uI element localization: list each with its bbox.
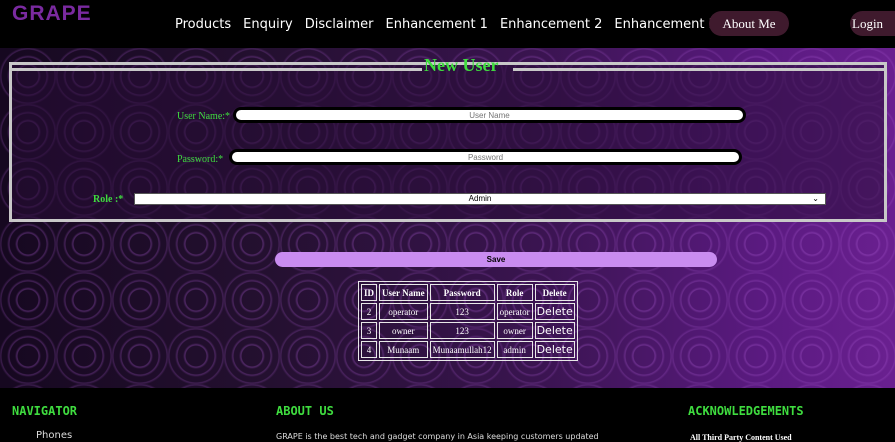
- username-input[interactable]: [233, 107, 746, 123]
- role-label: Role :*: [93, 194, 124, 205]
- cell-user-name: owner: [379, 322, 428, 339]
- column-header-role: Role: [496, 284, 533, 301]
- username-label: User Name:*: [177, 111, 231, 122]
- table-row: 4 Munaam Munaamullah12 admin Delete: [361, 341, 575, 358]
- nav-link-products[interactable]: Products: [175, 17, 231, 32]
- save-button[interactable]: Save: [275, 252, 717, 267]
- footer-about-text: GRAPE is the best tech and gadget compan…: [276, 432, 599, 441]
- form-legend: New User: [424, 55, 499, 75]
- cell-id: 3: [361, 322, 378, 339]
- password-input[interactable]: [229, 149, 742, 165]
- column-header-delete: Delete: [534, 284, 575, 301]
- delete-button[interactable]: Delete: [534, 341, 575, 358]
- footer-acknowledgements-title: ACKNOWLEDGEMENTS: [688, 404, 804, 418]
- brand-logo[interactable]: GRAPE: [12, 2, 92, 26]
- footer-link-phones[interactable]: Phones: [36, 430, 72, 441]
- delete-button[interactable]: Delete: [534, 322, 575, 339]
- cell-role: admin: [496, 341, 533, 358]
- cell-password: 123: [429, 303, 495, 320]
- about-me-button[interactable]: About Me: [709, 11, 789, 36]
- cell-password: Munaamullah12: [429, 341, 495, 358]
- password-label: Password:*: [177, 154, 224, 165]
- column-header-id: ID: [361, 284, 378, 301]
- nav-link-enhancement-3[interactable]: Enhancement 3: [614, 17, 716, 32]
- role-select-value: Admin: [468, 194, 492, 203]
- role-select[interactable]: Admin ⌄: [134, 193, 826, 205]
- fieldset-border-left: [12, 68, 422, 71]
- footer-navigator-title: NAVIGATOR: [12, 404, 78, 418]
- users-table: ID User Name Password Role Delete 2 oper…: [358, 281, 578, 361]
- login-button[interactable]: Login: [850, 11, 895, 36]
- table-row: 3 owner 123 owner Delete: [361, 322, 575, 339]
- cell-user-name: operator: [379, 303, 428, 320]
- cell-password: 123: [429, 322, 495, 339]
- cell-user-name: Munaam: [379, 341, 428, 358]
- cell-role: owner: [496, 322, 533, 339]
- nav-link-enhancement-1[interactable]: Enhancement 1: [386, 17, 488, 32]
- cell-id: 4: [361, 341, 378, 358]
- column-header-password: Password: [429, 284, 495, 301]
- nav-link-disclaimer[interactable]: Disclaimer: [305, 17, 374, 32]
- column-header-user-name: User Name: [379, 284, 428, 301]
- footer-about-title: ABOUT US: [276, 404, 334, 418]
- nav-link-enquiry[interactable]: Enquiry: [243, 17, 293, 32]
- table-row: 2 operator 123 operator Delete: [361, 303, 575, 320]
- chevron-down-icon: ⌄: [812, 194, 819, 203]
- fieldset-border-right: [513, 68, 884, 71]
- delete-button[interactable]: Delete: [534, 303, 575, 320]
- nav-links: Products Enquiry Disclaimer Enhancement …: [175, 17, 729, 32]
- table-header-row: ID User Name Password Role Delete: [361, 284, 575, 301]
- top-nav-bar: GRAPE Products Enquiry Disclaimer Enhanc…: [0, 0, 895, 48]
- nav-link-enhancement-2[interactable]: Enhancement 2: [500, 17, 602, 32]
- cell-id: 2: [361, 303, 378, 320]
- cell-role: operator: [496, 303, 533, 320]
